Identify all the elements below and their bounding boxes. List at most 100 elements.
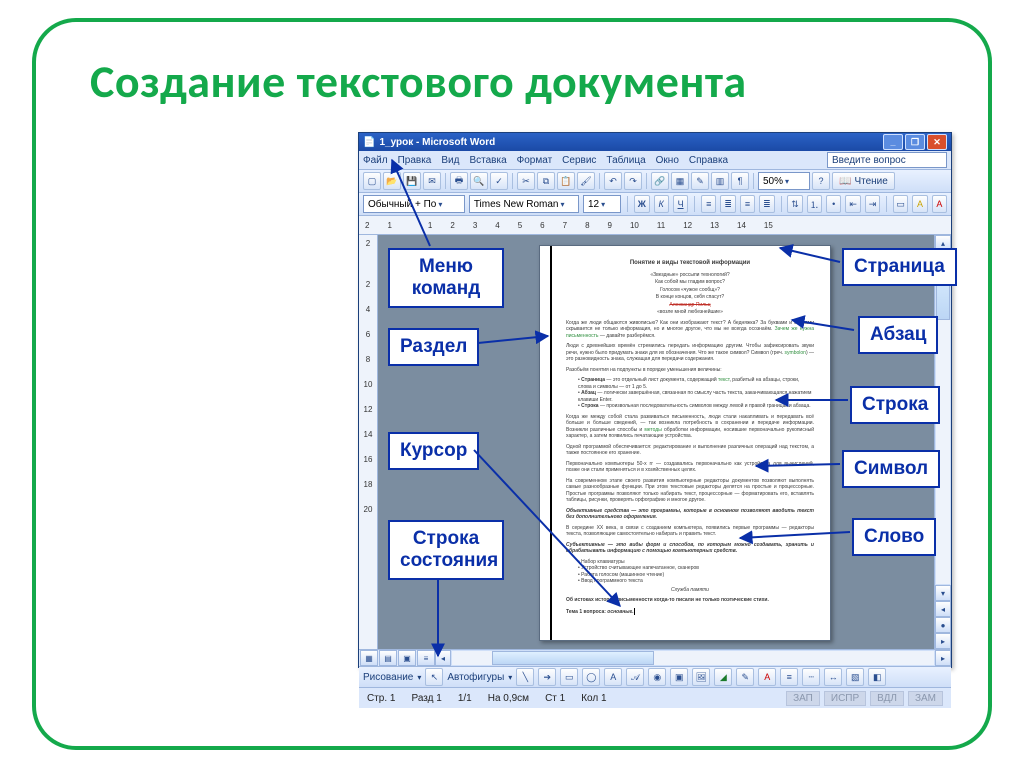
arrow-style-icon[interactable]: ↔ <box>824 668 842 686</box>
select-objects-icon[interactable]: ↖ <box>425 668 443 686</box>
scroll-down-icon[interactable]: ▾ <box>935 585 951 601</box>
style-combo[interactable]: Обычный + По▾ <box>363 195 465 213</box>
table-icon[interactable]: ▦ <box>671 172 689 190</box>
arrow-tool-icon[interactable]: ➔ <box>538 668 556 686</box>
scroll-right-icon[interactable]: ▸ <box>935 650 951 666</box>
menu-table[interactable]: Таблица <box>606 155 645 166</box>
menu-tools[interactable]: Сервис <box>562 155 596 166</box>
line-tool-icon[interactable]: ╲ <box>516 668 534 686</box>
menu-bar[interactable]: Файл Правка Вид Вставка Формат Сервис Та… <box>359 151 951 170</box>
status-rec[interactable]: ЗАП <box>786 691 820 706</box>
nav-icon[interactable]: ¶ <box>731 172 749 190</box>
wordart-icon[interactable]: 𝒜 <box>626 668 644 686</box>
menu-format[interactable]: Формат <box>517 155 553 166</box>
clipart-icon[interactable]: ▣ <box>670 668 688 686</box>
scroll-left-icon[interactable]: ◂ <box>435 650 451 666</box>
drawing-menu[interactable]: Рисование <box>363 672 413 683</box>
align-right-icon[interactable]: ≡ <box>740 195 755 213</box>
align-left-icon[interactable]: ≡ <box>701 195 716 213</box>
menu-help[interactable]: Справка <box>689 155 728 166</box>
status-ovr[interactable]: ЗАМ <box>908 691 943 706</box>
minimize-button[interactable]: _ <box>883 134 903 150</box>
mail-icon[interactable]: ✉ <box>423 172 441 190</box>
vertical-ruler[interactable]: 2 2 4 6 8 10 12 14 16 18 20 <box>359 235 378 649</box>
underline-button[interactable]: Ч <box>673 195 688 213</box>
line-spacing-icon[interactable]: ⇅ <box>787 195 802 213</box>
browse-object-icon[interactable]: ● <box>935 617 951 633</box>
diagram-icon[interactable]: ◉ <box>648 668 666 686</box>
bullets-icon[interactable]: • <box>826 195 841 213</box>
status-trk[interactable]: ИСПР <box>824 691 866 706</box>
spellcheck-icon[interactable]: ✓ <box>490 172 508 190</box>
rect-tool-icon[interactable]: ▭ <box>560 668 578 686</box>
menu-view[interactable]: Вид <box>441 155 459 166</box>
close-button[interactable]: ✕ <box>927 134 947 150</box>
fill-color-icon[interactable]: ◢ <box>714 668 732 686</box>
document-page[interactable]: Понятие и виды текстовой информации «Зве… <box>539 245 831 641</box>
textbox-tool-icon[interactable]: A <box>604 668 622 686</box>
normal-view-icon[interactable]: ▦ <box>360 650 378 666</box>
formatting-toolbar[interactable]: Обычный + По▾ Times New Roman▾ 12▾ Ж К Ч… <box>359 193 951 216</box>
reading-view-button[interactable]: 📖 Чтение <box>832 172 895 190</box>
new-icon[interactable]: ▢ <box>363 172 381 190</box>
maximize-button[interactable]: ❐ <box>905 134 925 150</box>
autoshapes-menu[interactable]: Автофигуры <box>447 672 504 683</box>
format-painter-icon[interactable]: 🖌 <box>577 172 595 190</box>
horizontal-scrollbar[interactable]: ▦ ▤ ▣ ≡ ◂ ▸ <box>359 649 951 666</box>
border-icon[interactable]: ▭ <box>893 195 908 213</box>
indent-icon[interactable]: ⇥ <box>865 195 880 213</box>
zoom-combo[interactable]: 50%▾ <box>758 172 810 190</box>
window-titlebar[interactable]: 📄 1_урок - Microsoft Word _ ❐ ✕ <box>359 133 951 151</box>
align-justify-icon[interactable]: ≣ <box>759 195 774 213</box>
open-icon[interactable]: 📂 <box>383 172 401 190</box>
font-size-combo[interactable]: 12▾ <box>583 195 621 213</box>
redo-icon[interactable]: ↷ <box>624 172 642 190</box>
standard-toolbar[interactable]: ▢ 📂 💾 ✉ 🖶 🔍 ✓ ✂ ⧉ 📋 🖌 ↶ ↷ 🔗 ▦ ✎ ▥ ¶ 50%▾ <box>359 170 951 193</box>
cut-icon[interactable]: ✂ <box>517 172 535 190</box>
menu-insert[interactable]: Вставка <box>469 155 506 166</box>
outline-view-icon[interactable]: ≡ <box>417 650 435 666</box>
print-icon[interactable]: 🖶 <box>450 172 468 190</box>
callout-section: Раздел <box>388 328 479 366</box>
oval-tool-icon[interactable]: ◯ <box>582 668 600 686</box>
help-icon[interactable]: ? <box>812 172 830 190</box>
shadow-icon[interactable]: ▧ <box>846 668 864 686</box>
align-center-icon[interactable]: ≣ <box>720 195 735 213</box>
font-color2-icon[interactable]: A <box>758 668 776 686</box>
undo-icon[interactable]: ↶ <box>604 172 622 190</box>
preview-icon[interactable]: 🔍 <box>470 172 488 190</box>
columns-icon[interactable]: ▥ <box>711 172 729 190</box>
status-ext[interactable]: ВДЛ <box>870 691 904 706</box>
highlight-icon[interactable]: A <box>912 195 927 213</box>
next-page-icon[interactable]: ▸ <box>935 633 951 649</box>
vertical-scrollbar[interactable]: ▴ ▾ ◂ ● ▸ <box>934 235 951 649</box>
save-icon[interactable]: 💾 <box>403 172 421 190</box>
line-style-icon[interactable]: ≡ <box>780 668 798 686</box>
bold-button[interactable]: Ж <box>634 195 649 213</box>
3d-icon[interactable]: ◧ <box>868 668 886 686</box>
menu-file[interactable]: Файл <box>363 155 388 166</box>
copy-icon[interactable]: ⧉ <box>537 172 555 190</box>
picture-icon[interactable]: 🖼 <box>692 668 710 686</box>
numbering-icon[interactable]: ⒈ <box>807 195 822 213</box>
menu-window[interactable]: Окно <box>656 155 679 166</box>
line-color-icon[interactable]: ✎ <box>736 668 754 686</box>
web-view-icon[interactable]: ▤ <box>379 650 397 666</box>
font-combo[interactable]: Times New Roman▾ <box>469 195 579 213</box>
callout-line: Строка <box>850 386 940 424</box>
h-scroll-thumb[interactable] <box>492 651 654 665</box>
dash-style-icon[interactable]: ┄ <box>802 668 820 686</box>
menu-edit[interactable]: Правка <box>398 155 432 166</box>
italic-button[interactable]: К <box>654 195 669 213</box>
print-view-icon[interactable]: ▣ <box>398 650 416 666</box>
reading-label: Чтение <box>854 176 887 187</box>
dedent-icon[interactable]: ⇤ <box>845 195 860 213</box>
prev-page-icon[interactable]: ◂ <box>935 601 951 617</box>
drawing-icon[interactable]: ✎ <box>691 172 709 190</box>
horizontal-ruler[interactable]: 2 1 1 2 3 4 5 6 7 8 9 10 11 12 13 14 15 <box>359 216 951 235</box>
link-icon[interactable]: 🔗 <box>651 172 669 190</box>
drawing-toolbar[interactable]: Рисование▾ ↖ Автофигуры▾ ╲ ➔ ▭ ◯ A 𝒜 ◉ ▣… <box>359 666 951 687</box>
font-color-icon[interactable]: A <box>932 195 947 213</box>
help-question-box[interactable]: Введите вопрос <box>827 152 947 168</box>
paste-icon[interactable]: 📋 <box>557 172 575 190</box>
